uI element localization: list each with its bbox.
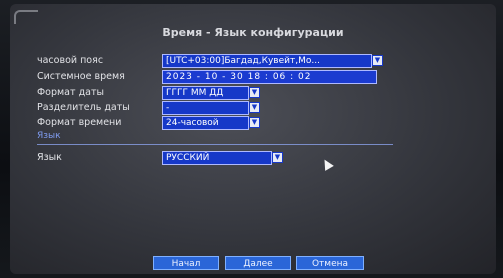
chevron-down-icon[interactable]: ▼ <box>249 87 260 98</box>
date-separator-label: Разделитель даты <box>37 102 130 113</box>
system-time-input[interactable]: 2023 - 10 - 30 18 : 06 : 02 <box>162 70 377 84</box>
next-button[interactable]: Далее <box>225 256 291 270</box>
chevron-down-icon[interactable]: ▼ <box>372 55 383 66</box>
page-title: Время - Язык конфигурации <box>162 26 344 39</box>
system-time-value: 2023 - 10 - 30 18 : 06 : 02 <box>166 72 312 82</box>
language-label: Язык <box>37 152 62 163</box>
cancel-button[interactable]: Отмена <box>296 256 364 270</box>
date-format-select[interactable]: ГГГГ ММ ДД <box>162 86 249 100</box>
date-format-value: ГГГГ ММ ДД <box>166 88 224 98</box>
date-format-label: Формат даты <box>37 87 104 98</box>
system-time-label: Системное время <box>37 71 125 82</box>
chevron-down-icon[interactable]: ▼ <box>272 152 283 163</box>
time-format-value: 24-часовой <box>166 118 219 128</box>
time-format-label: Формат времени <box>37 117 122 128</box>
dvr-config-screen: Время - Язык конфигурации часовой пояс [… <box>10 4 496 274</box>
language-value: РУССКИЙ <box>166 153 210 163</box>
language-select[interactable]: РУССКИЙ <box>162 151 272 165</box>
chevron-down-icon[interactable]: ▼ <box>249 117 260 128</box>
timezone-select[interactable]: [UTC+03:00]Багдад,Кувейт,Мо... <box>162 54 372 68</box>
date-separator-value: - <box>166 103 170 113</box>
section-divider <box>37 144 393 145</box>
corner-decoration <box>14 10 38 24</box>
timezone-label: часовой пояс <box>37 55 104 66</box>
language-section-header: Язык <box>37 131 61 141</box>
mouse-pointer-icon <box>320 157 334 171</box>
chevron-down-icon[interactable]: ▼ <box>249 102 260 113</box>
time-format-select[interactable]: 24-часовой <box>162 116 249 130</box>
date-separator-select[interactable]: - <box>162 101 249 115</box>
timezone-value: [UTC+03:00]Багдад,Кувейт,Мо... <box>166 56 320 66</box>
default-button[interactable]: Начал <box>153 256 219 270</box>
